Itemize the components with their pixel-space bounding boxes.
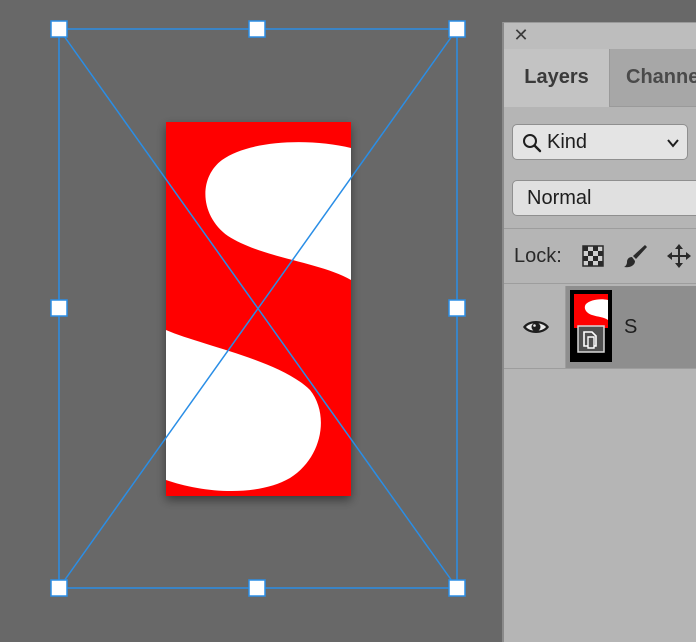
transform-handle-top-left[interactable]: [50, 20, 68, 38]
blend-mode-label: Normal: [527, 187, 592, 209]
transform-handle-middle-left[interactable]: [50, 299, 68, 317]
lock-transparent-pixels-icon[interactable]: [580, 243, 606, 269]
tab-channels[interactable]: Channe: [626, 49, 696, 106]
tab-layers[interactable]: Layers: [504, 49, 610, 107]
layer-row[interactable]: S: [504, 286, 696, 368]
layer-visibility-toggle[interactable]: [504, 286, 566, 368]
layer-thumbnail: [570, 290, 612, 362]
layers-panel: ✕ Layers Channe Kind Normal Lock: S: [502, 22, 696, 642]
layer-name: S: [624, 316, 638, 338]
layer-filter-label: Kind: [547, 131, 588, 153]
blend-mode-dropdown[interactable]: Normal: [512, 180, 696, 216]
close-icon[interactable]: ✕: [512, 26, 530, 44]
chevron-down-icon: [667, 139, 679, 148]
lock-row: Lock:: [504, 228, 696, 284]
layer-filter-dropdown[interactable]: Kind: [512, 124, 688, 160]
transform-handle-top-right[interactable]: [448, 20, 466, 38]
transform-handle-bottom-right[interactable]: [448, 579, 466, 597]
lock-image-pixels-icon[interactable]: [623, 243, 649, 269]
transform-handle-top-center[interactable]: [248, 20, 266, 38]
document-canvas[interactable]: [0, 0, 502, 642]
panel-tabs: Layers Channe: [504, 49, 696, 107]
divider: [504, 368, 696, 369]
search-icon: [523, 134, 542, 153]
panel-title-bar: ✕: [504, 23, 696, 49]
transform-handle-bottom-center[interactable]: [248, 579, 266, 597]
lock-position-icon[interactable]: [666, 243, 692, 269]
canvas-drawing[interactable]: [0, 0, 502, 642]
layer-item-selected[interactable]: S: [566, 286, 696, 368]
lock-label: Lock:: [514, 245, 562, 267]
transform-handle-middle-right[interactable]: [448, 299, 466, 317]
smart-object-thumbnail: [572, 292, 610, 360]
eye-icon: [523, 321, 549, 333]
transform-handle-bottom-left[interactable]: [50, 579, 68, 597]
transform-bounding-box[interactable]: [58, 28, 458, 589]
